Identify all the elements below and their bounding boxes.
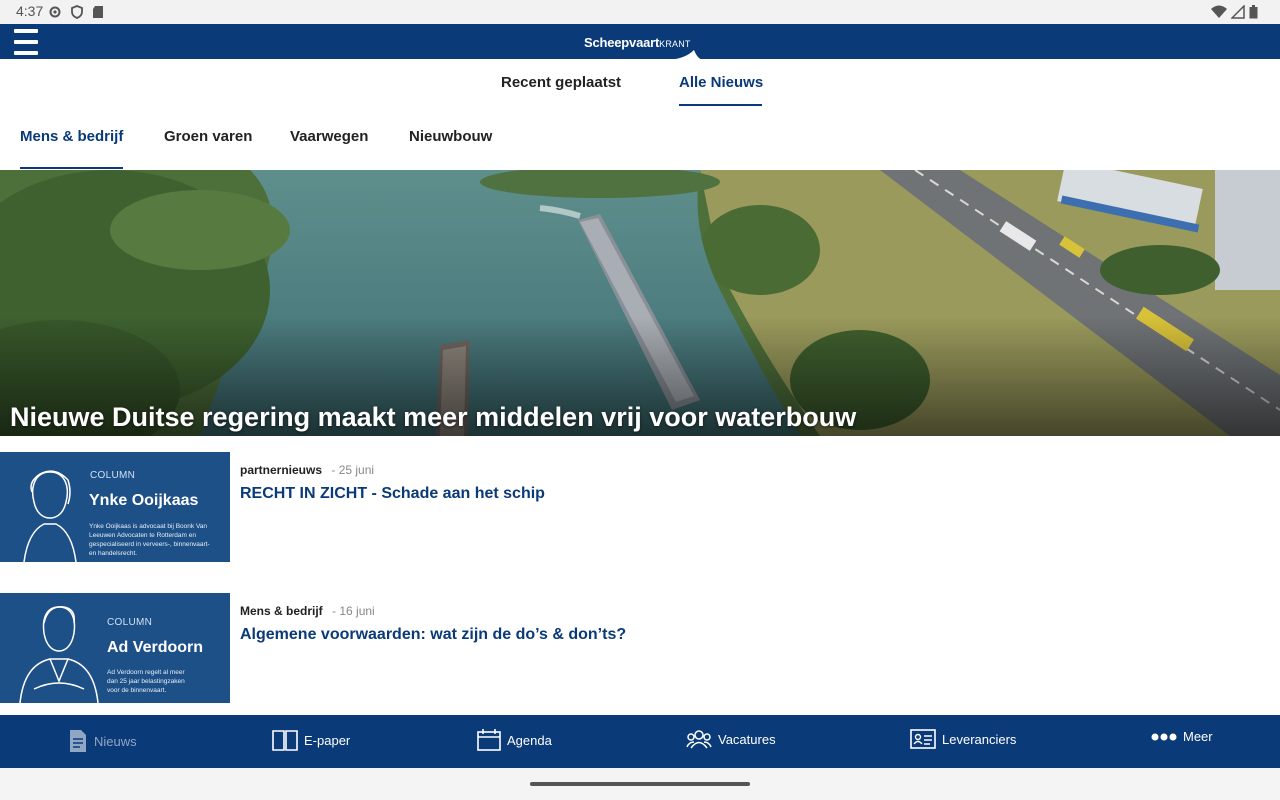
column-label: COLUMN: [90, 470, 136, 481]
nav-meer[interactable]: Meer: [1151, 729, 1213, 744]
article-category: partnernieuws: [240, 463, 323, 477]
shield-icon: [70, 5, 84, 23]
category-tabs: Mens & bedrijf Groen varen Vaarwegen Nie…: [0, 110, 1280, 170]
nav-label: Agenda: [507, 732, 552, 748]
wifi-icon: [1211, 5, 1227, 23]
active-category-indicator: [20, 167, 123, 169]
sd-card-icon: [92, 5, 104, 23]
system-navigation-bar: [0, 768, 1280, 800]
id-card-icon: [910, 729, 936, 749]
nav-label: Nieuws: [94, 733, 137, 749]
article-date: - 16 juni: [332, 604, 375, 618]
portrait-illustration: [23, 470, 77, 562]
status-right-icons: [1211, 4, 1258, 23]
primary-tabs: Recent geplaatst Alle Nieuws: [0, 59, 1280, 109]
tab-groen-varen[interactable]: Groen varen: [164, 128, 252, 145]
signal-icon: [1230, 4, 1245, 23]
column-label: COLUMN: [107, 617, 153, 628]
book-icon: [272, 729, 298, 751]
columnist-description: Ynke Ooijkaas is advocaat bij Boonk Van …: [89, 523, 210, 557]
people-icon: [686, 729, 712, 749]
status-left-icons: [48, 5, 104, 23]
more-dots-icon: [1151, 732, 1177, 742]
battery-icon: [1249, 5, 1258, 23]
nav-leveranciers[interactable]: Leveranciers: [910, 729, 1016, 749]
active-tab-indicator: [679, 104, 762, 106]
document-icon: [68, 729, 88, 753]
nav-label: E-paper: [304, 732, 351, 748]
nav-vacatures[interactable]: Vacatures: [686, 729, 776, 749]
nav-agenda[interactable]: Agenda: [477, 729, 552, 751]
status-time: 4:37: [16, 3, 44, 19]
article-title[interactable]: Algemene voorwaarden: wat zijn de do’s &…: [240, 626, 626, 644]
nav-e-paper[interactable]: E-paper: [272, 729, 350, 751]
app-screen: 4:37 ScheepvaartKRANT Recent geplaatst A…: [0, 0, 1280, 800]
article-date: - 25 juni: [331, 463, 375, 477]
nav-label: Vacatures: [718, 731, 776, 747]
tab-vaarwegen[interactable]: Vaarwegen: [290, 128, 368, 145]
article-category: Mens & bedrijf: [240, 604, 323, 618]
tab-mens-bedrijf[interactable]: Mens & bedrijf: [20, 128, 123, 145]
calendar-icon: [477, 729, 501, 751]
menu-icon[interactable]: [14, 29, 38, 55]
hero-article[interactable]: Nieuwe Duitse regering maakt meer middel…: [0, 170, 1280, 436]
columnist-description: Ad Verdoorn regelt al meer dan 25 jaar b…: [107, 669, 185, 694]
columnist-name: Ad Verdoorn: [107, 639, 204, 656]
article-title[interactable]: RECHT IN ZICHT - Schade aan het schip: [240, 485, 545, 503]
article-meta: partnernieuws - 25 juni: [240, 463, 374, 477]
gear-icon: [48, 5, 62, 23]
status-bar: 4:37: [0, 0, 1280, 24]
nav-label: Meer: [1183, 729, 1213, 744]
hero-image: [0, 170, 1280, 436]
bottom-navigation: Nieuws E-paper Agenda Vacatures Leveranc…: [0, 715, 1280, 768]
nav-nieuws[interactable]: Nieuws: [68, 729, 137, 753]
article-thumbnail: COLUMN Ad Verdoorn Ad Verdoorn regelt al…: [0, 593, 230, 703]
columnist-name: Ynke Ooijkaas: [89, 492, 199, 509]
hero-title: Nieuwe Duitse regering maakt meer middel…: [10, 402, 857, 432]
tab-recent-geplaatst[interactable]: Recent geplaatst: [501, 74, 621, 91]
article-thumbnail: COLUMN Ynke Ooijkaas Ynke Ooijkaas is ad…: [0, 452, 230, 562]
article-meta: Mens & bedrijf - 16 juni: [240, 604, 375, 618]
tab-alle-nieuws[interactable]: Alle Nieuws: [679, 74, 763, 91]
logo-sub: KRANT: [659, 39, 691, 49]
logo-main: Scheepvaart: [584, 35, 660, 50]
app-header: ScheepvaartKRANT: [0, 24, 1280, 60]
portrait-illustration: [19, 606, 99, 703]
home-gesture-handle[interactable]: [530, 782, 750, 786]
tab-nieuwbouw[interactable]: Nieuwbouw: [409, 128, 492, 145]
list-item[interactable]: COLUMN Ynke Ooijkaas Ynke Ooijkaas is ad…: [0, 452, 1280, 562]
nav-label: Leveranciers: [942, 731, 1017, 747]
list-item[interactable]: COLUMN Ad Verdoorn Ad Verdoorn regelt al…: [0, 593, 1280, 703]
